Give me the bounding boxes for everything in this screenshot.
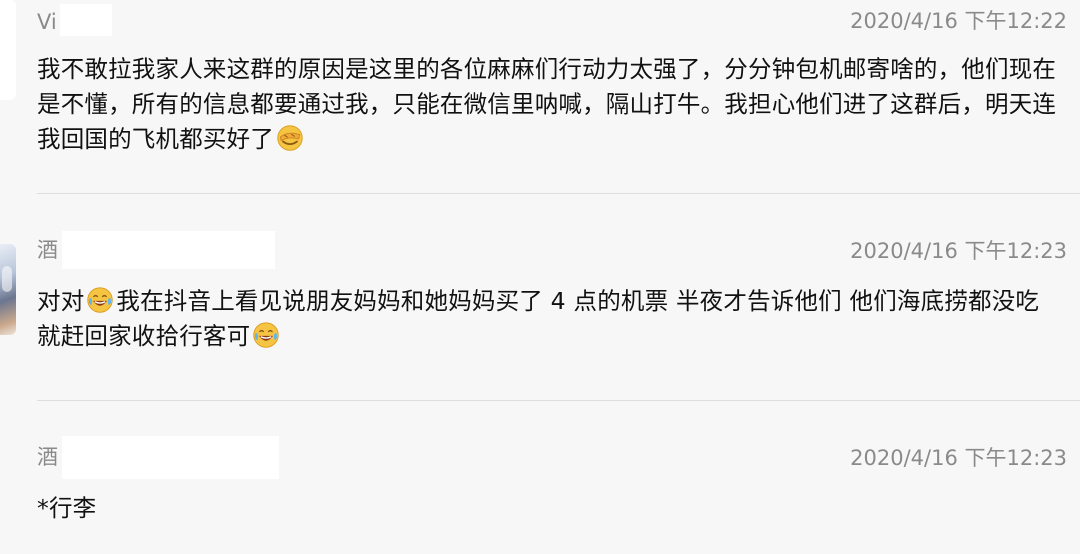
facepalm-emoji-icon bbox=[277, 125, 303, 151]
sender-name: 酒 bbox=[37, 445, 58, 469]
chat-message: Vi 2020/4/16 下午12:22 我不敢拉我家人来这群的原因是这里的各位… bbox=[0, 0, 1080, 193]
chat-message: 酒 2020/4/16 下午12:23 *行李 bbox=[0, 401, 1080, 554]
message-timestamp: 2020/4/16 下午12:23 bbox=[850, 239, 1067, 263]
message-text-content: *行李 bbox=[37, 494, 97, 522]
avatar[interactable] bbox=[0, 244, 16, 335]
message-text[interactable]: 我不敢拉我家人来这群的原因是这里的各位麻麻们行动力太强了，分分钟包机邮寄啥的，他… bbox=[37, 52, 1057, 157]
redacted-sender-name bbox=[60, 4, 112, 36]
message-timestamp: 2020/4/16 下午12:23 bbox=[850, 446, 1067, 470]
tears-of-joy-emoji-icon bbox=[87, 287, 114, 313]
tears-of-joy-emoji-icon bbox=[253, 322, 279, 348]
message-text-part: 对对 bbox=[37, 287, 85, 315]
redacted-sender-name bbox=[62, 231, 275, 269]
sender-name: 酒 bbox=[37, 238, 58, 262]
message-text-content: 我不敢拉我家人来这群的原因是这里的各位麻麻们行动力太强了，分分钟包机邮寄啥的，他… bbox=[37, 55, 1057, 153]
message-timestamp: 2020/4/16 下午12:22 bbox=[850, 9, 1067, 33]
redacted-sender-name bbox=[62, 436, 279, 479]
message-text[interactable]: 对对 我在抖音上看见说朋友妈妈和她妈妈买了 4 点的机票 半夜才告诉他们 他们海… bbox=[37, 284, 1057, 354]
message-text[interactable]: *行李 bbox=[37, 491, 1057, 526]
chat-message: 酒 2020/4/16 下午12:23 对对 我在抖音上看见说朋友妈妈和她妈妈买… bbox=[0, 194, 1080, 400]
sender-name: Vi bbox=[37, 10, 57, 34]
message-text-part: 我在抖音上看见说朋友妈妈和她妈妈买了 4 点的机票 半夜才告诉他们 他们海底捞都… bbox=[37, 287, 1040, 350]
avatar[interactable] bbox=[0, 0, 16, 100]
